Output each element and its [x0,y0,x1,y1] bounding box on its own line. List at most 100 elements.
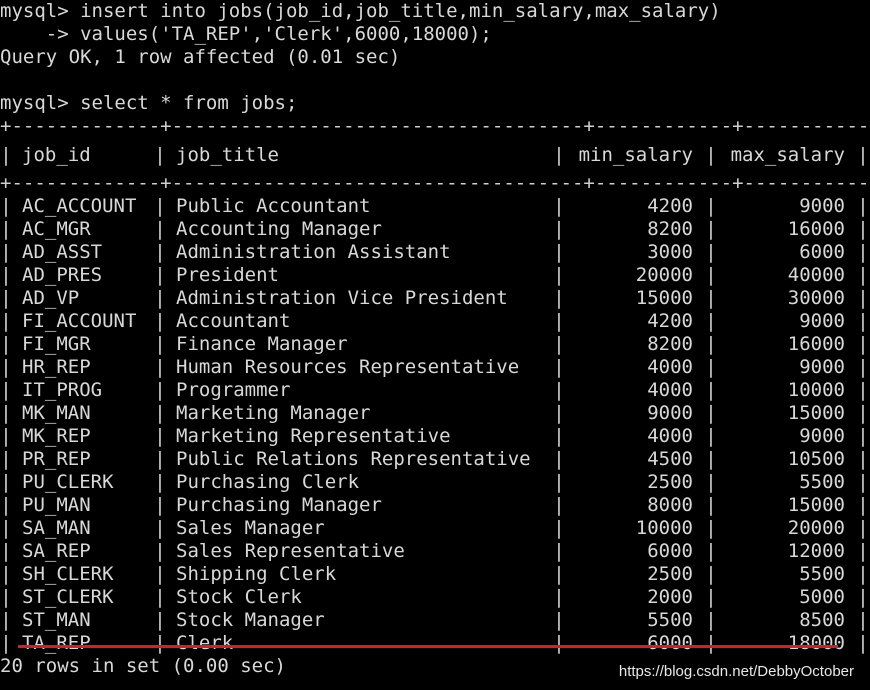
column-separator: | [857,448,869,470]
column-separator: | [705,218,717,240]
column-separator: | [705,517,717,539]
cell-job-id: PR_REP [22,448,91,470]
cell-min-salary: 6000 [647,540,693,562]
cell-min-salary: 2500 [647,471,693,493]
table-row: | IT_PROG | Programmer | 4000 | 10000 | [0,379,870,402]
column-separator: | [154,563,166,585]
table-row: | PU_CLERK | Purchasing Clerk | 2500 | 5500 | [0,471,870,494]
column-separator: | [857,402,869,424]
cell-max-salary: 9000 [799,356,845,378]
cell-max-salary: 6000 [799,241,845,263]
cell-job-title: President [176,264,279,286]
table-row: | MK_MAN | Marketing Manager | 9000 | 15000 | [0,402,870,425]
cell-job-id: AC_MGR [22,218,91,240]
cell-min-salary: 4000 [647,356,693,378]
cell-job-id: AD_VP [22,287,80,309]
cell-min-salary: 4200 [647,195,693,217]
column-separator: | [705,264,717,286]
table-row: | MK_REP | Marketing Representative | 4000 | 90… [0,425,870,448]
cell-max-salary: 5000 [799,586,845,608]
column-separator: | [0,356,12,378]
cell-job-id: ST_MAN [22,609,91,631]
cell-job-id: SH_CLERK [22,563,114,585]
header-min-salary: min_salary [578,143,693,166]
column-separator: | [154,494,166,516]
column-separator: | [553,379,565,401]
table-row: | AC_MGR | Accounting Manager | 8200 | 16000 | [0,218,870,241]
cell-max-salary: 40000 [787,264,845,286]
cell-max-salary: 16000 [787,333,845,355]
column-separator: | [0,241,12,263]
table-row: | AD_PRES | President | 20000 | 40000 | [0,264,870,287]
cell-job-id: MK_MAN [22,402,91,424]
cell-job-title: Sales Manager [176,517,325,539]
table-row: | ST_MAN | Stock Manager | 5500 | 8500 | [0,609,870,632]
column-separator: | [553,586,565,608]
table-row: | AD_ASST | Administration Assistant | 3000 | 6… [0,241,870,264]
column-separator: | [705,563,717,585]
column-separator: | [0,540,12,562]
column-separator: | [857,632,869,654]
terminal-window: mysql> insert into jobs(job_id,job_title… [0,0,870,678]
column-separator: | [0,517,12,539]
column-separator: | [553,241,565,263]
table-body: | AC_ACCOUNT | Public Accountant | 4200 | 9000 |… [0,195,870,655]
column-separator: | [705,448,717,470]
column-separator: | [154,471,166,493]
table-row: | FI_ACCOUNT | Accountant | 4200 | 9000 | [0,310,870,333]
column-separator: | [0,143,12,166]
cell-job-id: IT_PROG [22,379,103,401]
cell-max-salary: 5500 [799,563,845,585]
cell-job-title: Administration Assistant [176,241,451,263]
cell-job-title: Administration Vice President [176,287,508,309]
header-job-title: job_title [176,143,279,166]
column-separator: | [553,540,565,562]
column-separator: | [553,563,565,585]
column-separator: | [857,195,869,217]
column-separator: | [0,379,12,401]
column-separator: | [154,379,166,401]
column-separator: | [0,586,12,608]
cell-job-title: Clerk [176,632,234,654]
cell-job-title: Purchasing Manager [176,494,382,516]
table-row: | HR_REP | Human Resources Representative | 4… [0,356,870,379]
cell-min-salary: 15000 [635,287,693,309]
column-separator: | [553,425,565,447]
column-separator: | [553,356,565,378]
insert-result: Query OK, 1 row affected (0.01 sec) [0,46,401,68]
cell-min-salary: 8200 [647,333,693,355]
column-separator: | [857,379,869,401]
table-header-row: | job_id | job_title | min_salary | max_… [0,138,870,172]
column-separator: | [0,402,12,424]
table-border-mid: +-------------+-------------------------… [0,172,870,194]
column-separator: | [705,143,717,166]
column-separator: | [857,310,869,332]
column-separator: | [553,494,565,516]
cell-job-title: Accounting Manager [176,218,382,240]
cell-min-salary: 3000 [647,241,693,263]
column-separator: | [857,609,869,631]
column-separator: | [154,195,166,217]
column-separator: | [154,143,166,166]
table-row: | TA_REP | Clerk | 6000 | 18000 | [0,632,870,655]
column-separator: | [154,241,166,263]
column-separator: | [857,333,869,355]
column-separator: | [0,425,12,447]
cell-max-salary: 10000 [787,379,845,401]
column-separator: | [705,632,717,654]
column-separator: | [553,333,565,355]
column-separator: | [154,425,166,447]
insert-command-line-1: mysql> insert into jobs(job_id,job_title… [0,0,721,22]
table-row: | AD_VP | Administration Vice President | 150… [0,287,870,310]
table-row: | ST_CLERK | Stock Clerk | 2000 | 5000 | [0,586,870,609]
cell-job-title: Programmer [176,379,291,401]
table-row: | PR_REP | Public Relations Representative |… [0,448,870,471]
column-separator: | [857,540,869,562]
header-job-id: job_id [22,143,91,166]
column-separator: | [705,333,717,355]
cell-min-salary: 4200 [647,310,693,332]
column-separator: | [154,402,166,424]
column-separator: | [705,287,717,309]
cell-job-title: Accountant [176,310,291,332]
column-separator: | [857,241,869,263]
